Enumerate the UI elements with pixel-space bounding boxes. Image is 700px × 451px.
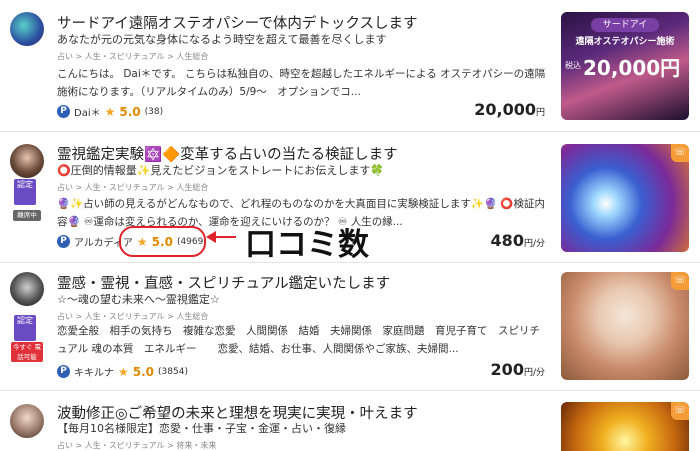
- listing-subtitle: ⭕圧倒的情報量✨見えたビジョンをストレートにお伝えします🍀: [57, 164, 385, 177]
- listing-thumbnail[interactable]: ☏: [561, 402, 689, 451]
- thumb-tax: 税込: [565, 61, 581, 70]
- listing-subtitle: あなたが元の元気な身体になるよう時空を超えて最善を尽くします: [57, 33, 387, 46]
- rating-value: 5.0: [119, 104, 141, 119]
- listing-price: 20,000円: [474, 100, 545, 119]
- listing-price: 200円/分: [490, 360, 545, 379]
- listing-subtitle: ☆〜魂の望む未来へ〜霊視鑑定☆: [57, 293, 220, 306]
- phone-icon: ☏: [671, 272, 689, 290]
- seller-avatar[interactable]: [10, 144, 44, 178]
- listing-price: 480円/分: [490, 231, 545, 250]
- listing-thumbnail[interactable]: ☏: [561, 144, 689, 252]
- rating-value: 5.0: [132, 364, 155, 379]
- listing-thumbnail[interactable]: サードアイ 遠隔オステオパシー施術 税込 20,000円: [561, 12, 689, 120]
- p-badge-icon: P: [57, 235, 70, 248]
- seller-name[interactable]: キキルナ: [74, 364, 114, 379]
- star-icon: ★: [104, 104, 116, 119]
- seller-avatar[interactable]: [10, 404, 44, 438]
- listing-thumbnail[interactable]: ☏: [561, 272, 689, 380]
- listing-description: こんにちは。 Dai＊です。 こちらは私独自の、時空を超越したエネルギーによる …: [57, 68, 546, 98]
- listing-title[interactable]: 霊感・霊視・直感・スピリチュアル鑑定いたします: [57, 272, 390, 293]
- thumb-price: 20,000円: [583, 56, 681, 80]
- seller-avatar[interactable]: [10, 12, 44, 46]
- listing-subtitle: 【毎月10名様限定】恋愛・仕事・子宝・金運・占い・復縁: [57, 422, 346, 435]
- annotation-label: 口コミ数: [245, 227, 369, 263]
- p-badge-icon: P: [57, 105, 70, 118]
- divider: [0, 131, 700, 132]
- thumb-title: サードアイ: [591, 18, 659, 32]
- annotation-arrowhead: [206, 231, 216, 243]
- review-count[interactable]: (3854): [158, 367, 188, 377]
- breadcrumb[interactable]: 占い > 人生・スピリチュアル > 人生総合: [57, 311, 208, 322]
- listing-title[interactable]: サードアイ遠隔オステオパシーで体内デトックスします: [57, 12, 417, 33]
- listing-title[interactable]: 霊視鑑定実験🔯🔶変革する占いの当たる検証します: [57, 143, 398, 164]
- p-badge-icon: P: [57, 365, 70, 378]
- status-badge: 離席中: [13, 210, 41, 221]
- breadcrumb[interactable]: 占い > 人生・スピリチュアル > 人生総合: [57, 51, 208, 62]
- call-now-badge: 今すぐ 電話可能: [11, 342, 43, 362]
- annotation-circle: [119, 226, 206, 257]
- star-icon: ★: [118, 364, 129, 379]
- review-count[interactable]: (38): [145, 107, 163, 117]
- listing-description: 恋愛全般 相手の気持ち 複雑な恋愛 人間関係 結婚 夫婦関係 家庭問題 育児子育…: [57, 325, 540, 355]
- seller-info[interactable]: P Dai＊ ★ 5.0 (38): [57, 104, 163, 119]
- seller-info[interactable]: P キキルナ ★ 5.0 (3854): [57, 364, 188, 379]
- seller-avatar[interactable]: [10, 272, 44, 306]
- thumb-subtitle: 遠隔オステオパシー施術: [575, 37, 675, 47]
- phone-icon: ☏: [671, 144, 689, 162]
- breadcrumb[interactable]: 占い > 人生・スピリチュアル > 人生総合: [57, 182, 208, 193]
- certified-badge: 認定: [14, 315, 36, 341]
- certified-badge: 認定: [14, 179, 36, 205]
- divider: [0, 390, 700, 391]
- seller-name[interactable]: Dai＊: [74, 104, 101, 119]
- phone-icon: ☏: [671, 402, 689, 420]
- breadcrumb[interactable]: 占い > 人生・スピリチュアル > 将来・未来: [57, 440, 216, 451]
